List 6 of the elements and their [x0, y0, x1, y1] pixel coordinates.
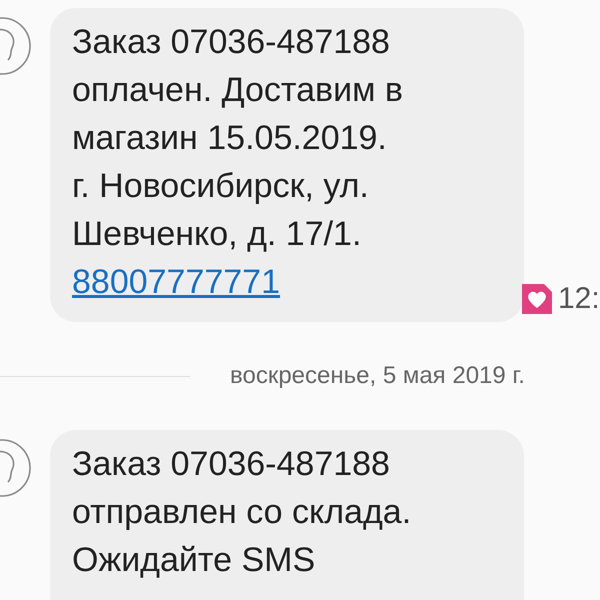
message-text: Заказ 07036-487188 оплачен. Доставим в магазин 15.05.2019. г. Новосибирск, ул. Шевченко, д. 17/1.	[72, 22, 404, 255]
phone-link[interactable]: 88007777771	[72, 258, 280, 306]
heart-icon	[522, 284, 552, 314]
message-text: Заказ 07036-487188 отправлен со склада. Ожидайте SMS	[72, 444, 412, 581]
date-separator: воскресенье, 5 мая 2019 г.	[230, 362, 525, 390]
message-time: 12:	[558, 282, 600, 316]
